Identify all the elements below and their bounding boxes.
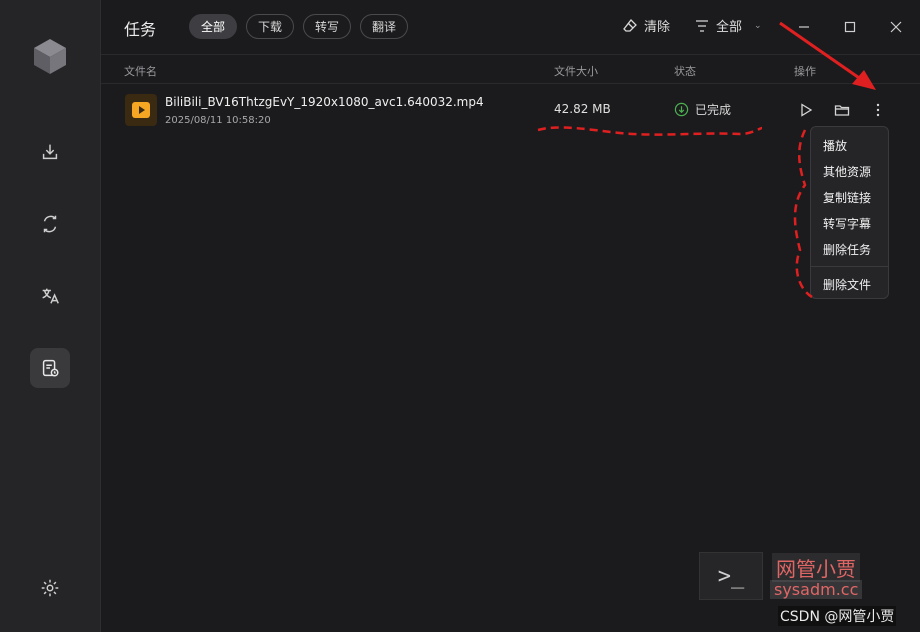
column-status: 状态 [674,65,696,78]
menu-divider [811,266,888,267]
column-name: 文件名 [124,65,157,78]
main-panel: 任务 全部 下载 转写 翻译 清除 全部 ⌄ 文件名 文件大小 状态 操作 Bi… [101,0,920,632]
minimize-icon [799,26,809,28]
filter-dropdown[interactable]: 全部 ⌄ [694,16,762,35]
watermark-site: sysadm.cc [770,580,863,599]
tasks-icon [42,359,59,377]
task-file-size: 42.82 MB [554,102,611,116]
sidebar [0,0,101,632]
play-button[interactable] [795,99,817,121]
maximize-button[interactable] [836,14,864,40]
menu-item-play[interactable]: 播放 [811,132,888,158]
more-button[interactable] [867,99,889,121]
sidebar-item-translate[interactable] [30,276,70,316]
menu-item-other-resources[interactable]: 其他资源 [811,158,888,184]
check-circle-icon [674,102,689,117]
page-title: 任务 [124,20,157,39]
folder-icon [834,105,850,116]
tab-translate[interactable]: 翻译 [360,14,409,39]
menu-item-delete-file[interactable]: 删除文件 [811,271,888,297]
clear-label: 清除 [644,20,671,35]
status-label: 已完成 [695,103,732,117]
filter-label: 全部 [716,20,743,35]
menu-item-transcribe[interactable]: 转写字幕 [811,210,888,236]
app-logo-icon [30,36,70,76]
watermark-csdn: CSDN @网管小贾 [778,606,897,626]
task-file-name: BiliBili_BV16ThtzgEvY_1920x1080_avc1.640… [165,95,484,109]
top-bar: 任务 全部 下载 转写 翻译 清除 全部 ⌄ [101,0,920,54]
tab-download[interactable]: 下载 [246,14,295,39]
close-icon [890,21,902,33]
settings-icon [41,579,59,597]
task-status: 已完成 [674,101,731,118]
eraser-icon [623,18,637,32]
tab-transcribe[interactable]: 转写 [303,14,352,39]
sidebar-item-convert[interactable] [30,204,70,244]
table-header: 文件名 文件大小 状态 操作 [101,54,920,84]
filter-icon [696,19,708,32]
column-size: 文件大小 [554,65,598,78]
watermark-title: 网管小贾 [772,553,860,582]
play-icon [801,103,813,117]
menu-item-delete-task[interactable]: 删除任务 [811,236,888,262]
column-actions: 操作 [794,65,816,78]
more-icon [876,103,880,117]
convert-icon [43,215,57,233]
sidebar-item-download[interactable] [30,132,70,172]
sidebar-item-tasks[interactable] [30,348,70,388]
context-menu: 播放 其他资源 复制链接 转写字幕 删除任务 删除文件 [810,126,889,299]
filter-tabs: 全部 下载 转写 翻译 [189,14,409,39]
open-folder-button[interactable] [831,99,853,121]
terminal-watermark-icon: >_ [699,552,763,600]
sidebar-item-settings[interactable] [30,568,70,608]
video-file-icon [125,94,157,126]
minimize-button[interactable] [790,14,818,40]
translate-icon [42,288,59,304]
task-row[interactable]: BiliBili_BV16ThtzgEvY_1920x1080_avc1.640… [101,85,920,135]
close-button[interactable] [882,14,910,40]
maximize-icon [844,21,856,33]
chevron-down-icon: ⌄ [754,20,762,31]
task-timestamp: 2025/08/11 10:58:20 [165,115,271,126]
clear-button[interactable]: 清除 [622,16,670,35]
menu-item-copy-link[interactable]: 复制链接 [811,184,888,210]
download-icon [42,144,58,160]
tab-all[interactable]: 全部 [189,14,238,39]
